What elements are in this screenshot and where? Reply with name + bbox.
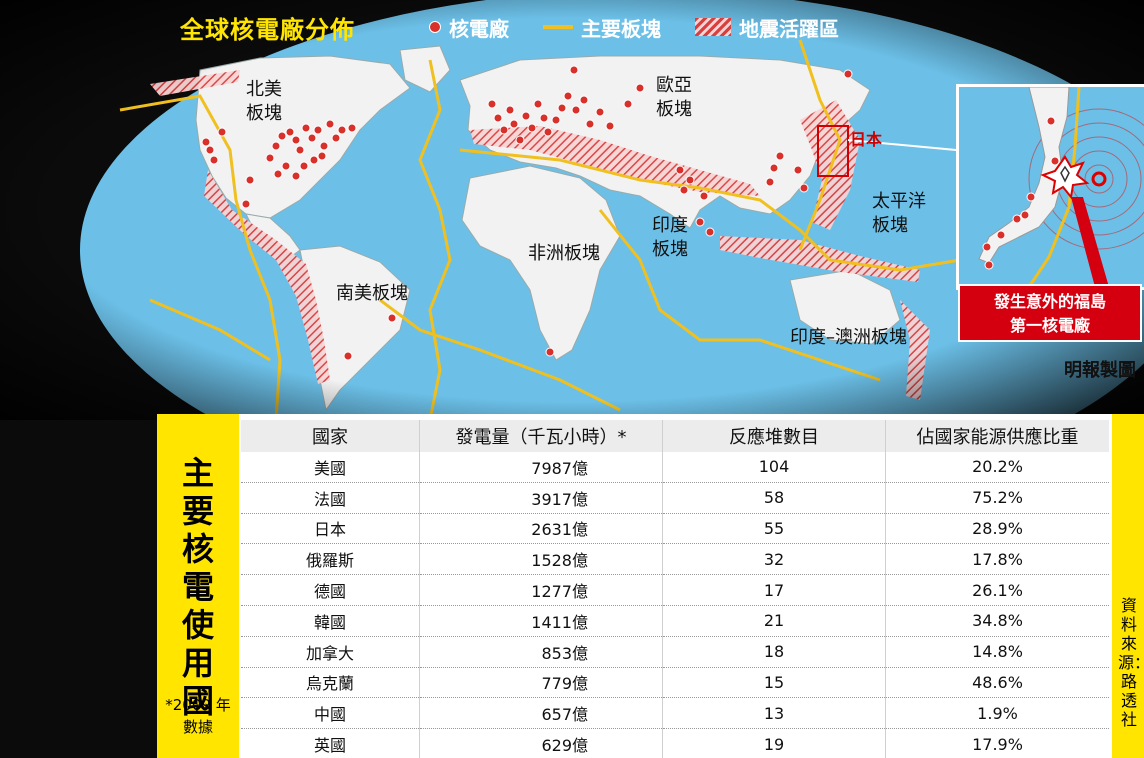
infographic: 全球核電廠分佈 核電廠 主要板塊 地震活躍區 北美 板塊 歐亞 板塊 太平洋 板…: [0, 0, 1144, 758]
table-row: 法國 3917億 58 75.2%: [241, 482, 1109, 514]
cell-output: 1411億: [419, 605, 663, 637]
japan-inset-svg: [978, 87, 1144, 287]
fukushima-callout: 發生意外的福島 第一核電廠: [958, 284, 1142, 342]
legend-quake-label: 地震活躍區: [739, 16, 839, 41]
epicenter-icon: [1091, 171, 1107, 187]
fukushima-label: 發生意外的福島 第一核電廠: [993, 292, 1106, 335]
table-row: 俄羅斯 1528億 32 17.8%: [241, 543, 1109, 576]
plant-dot-icon: [429, 21, 441, 33]
nuclear-countries-table: 國家 發電量（千瓦小時）* 反應堆數目 佔國家能源供應比重 美國 7987億 104…: [241, 420, 1109, 758]
table-side-panel: 主要核電使用國 *2009 年 數據: [157, 414, 239, 758]
cell-country: 美國: [241, 452, 420, 483]
label-south-america-plate: 南美板塊: [336, 283, 408, 304]
label-africa-plate: 非洲板塊: [528, 243, 600, 264]
cell-output: 3917億: [419, 482, 663, 514]
cell-output: 1277億: [419, 574, 663, 606]
legend-plant-label: 核電廠: [449, 16, 509, 41]
cell-reactors: 19: [662, 728, 886, 758]
cell-share: 1.9%: [885, 697, 1109, 730]
cell-reactors: 55: [662, 513, 886, 545]
map-title: 全球核電廠分佈: [180, 15, 355, 44]
cell-reactors: 18: [662, 636, 886, 668]
legend-plant: 核電廠: [429, 13, 509, 42]
cell-country: 加拿大: [241, 636, 420, 668]
label-pacific-plate: 太平洋 板塊: [872, 191, 926, 236]
plate-line-icon: [543, 25, 573, 29]
col-header-share: 佔國家能源供應比重: [885, 420, 1109, 452]
legend-plate-label: 主要板塊: [581, 16, 661, 41]
cell-reactors: 21: [662, 605, 886, 637]
cell-output: 629億: [419, 728, 663, 758]
label-eurasia-plate: 歐亞 板塊: [656, 75, 692, 120]
cell-reactors: 17: [662, 574, 886, 606]
cell-output: 853億: [419, 636, 663, 668]
cell-share: 75.2%: [885, 482, 1109, 514]
cell-output: 779億: [419, 667, 663, 699]
cell-share: 17.8%: [885, 543, 1109, 576]
cell-country: 烏克蘭: [241, 667, 420, 699]
cell-reactors: 58: [662, 482, 886, 514]
table-header-row: 國家 發電量（千瓦小時）* 反應堆數目 佔國家能源供應比重: [241, 420, 1109, 452]
table-row: 英國 629億 19 17.9%: [241, 728, 1109, 758]
source-label: 資料來源：路透社: [1118, 596, 1144, 729]
cell-country: 法國: [241, 482, 420, 514]
cell-country: 日本: [241, 513, 420, 545]
cell-share: 34.8%: [885, 605, 1109, 637]
map-legend: 全球核電廠分佈 核電廠 主要板塊 地震活躍區: [180, 10, 839, 44]
col-header-country: 國家: [241, 420, 420, 452]
cell-reactors: 32: [662, 543, 886, 576]
cell-share: 14.8%: [885, 636, 1109, 668]
table-source-panel: 資料來源：路透社: [1112, 414, 1144, 758]
quake-hatch-icon: [695, 18, 731, 36]
table-row: 德國 1277億 17 26.1%: [241, 574, 1109, 606]
table-row: 美國 7987億 104 20.2%: [241, 452, 1109, 483]
cell-country: 韓國: [241, 605, 420, 637]
table-side-title: 主要核電使用國: [181, 454, 214, 720]
cell-country: 德國: [241, 574, 420, 606]
cell-country: 俄羅斯: [241, 543, 420, 576]
nuclear-countries-table-panel: 主要核電使用國 *2009 年 數據 國家 發電量（千瓦小時）* 反應堆數目 佔…: [157, 414, 1144, 758]
cell-country: 中國: [241, 697, 420, 730]
cell-share: 26.1%: [885, 574, 1109, 606]
callout-pointer: [1071, 197, 1109, 287]
cell-reactors: 104: [662, 452, 886, 483]
cell-share: 17.9%: [885, 728, 1109, 758]
table-row: 中國 657億 13 1.9%: [241, 697, 1109, 730]
cell-reactors: 13: [662, 697, 886, 730]
cell-share: 48.6%: [885, 667, 1109, 699]
cell-reactors: 15: [662, 667, 886, 699]
cell-output: 7987億: [419, 452, 663, 483]
japan-inset-map: [956, 84, 1144, 290]
table-row: 烏克蘭 779億 15 48.6%: [241, 667, 1109, 699]
japan-label: 日本: [850, 130, 883, 149]
table-row: 日本 2631億 55 28.9%: [241, 513, 1109, 545]
table-data-note: *2009 年 數據: [165, 696, 231, 736]
cell-output: 657億: [419, 697, 663, 730]
col-header-output: 發電量（千瓦小時）*: [419, 420, 663, 452]
label-india-plate: 印度 板塊: [652, 215, 688, 260]
col-header-reactors: 反應堆數目: [662, 420, 886, 452]
credit-label: 明報製圖: [1064, 360, 1136, 381]
cell-share: 20.2%: [885, 452, 1109, 483]
cell-output: 2631億: [419, 513, 663, 545]
legend-plate: 主要板塊: [543, 13, 661, 42]
legend-quake: 地震活躍區: [695, 13, 839, 42]
table-row: 韓國 1411億 21 34.8%: [241, 605, 1109, 637]
cell-output: 1528億: [419, 543, 663, 576]
table-body: 美國 7987億 104 20.2% 法國 3917億 58 75.2% 日本 2631億 55 28…: [241, 452, 1109, 758]
table-row: 加拿大 853億 18 14.8%: [241, 636, 1109, 668]
cell-share: 28.9%: [885, 513, 1109, 545]
label-north-america-plate: 北美 板塊: [246, 79, 282, 124]
cell-country: 英國: [241, 728, 420, 758]
label-indo-australia-plate: 印度–澳洲板塊: [790, 327, 907, 348]
